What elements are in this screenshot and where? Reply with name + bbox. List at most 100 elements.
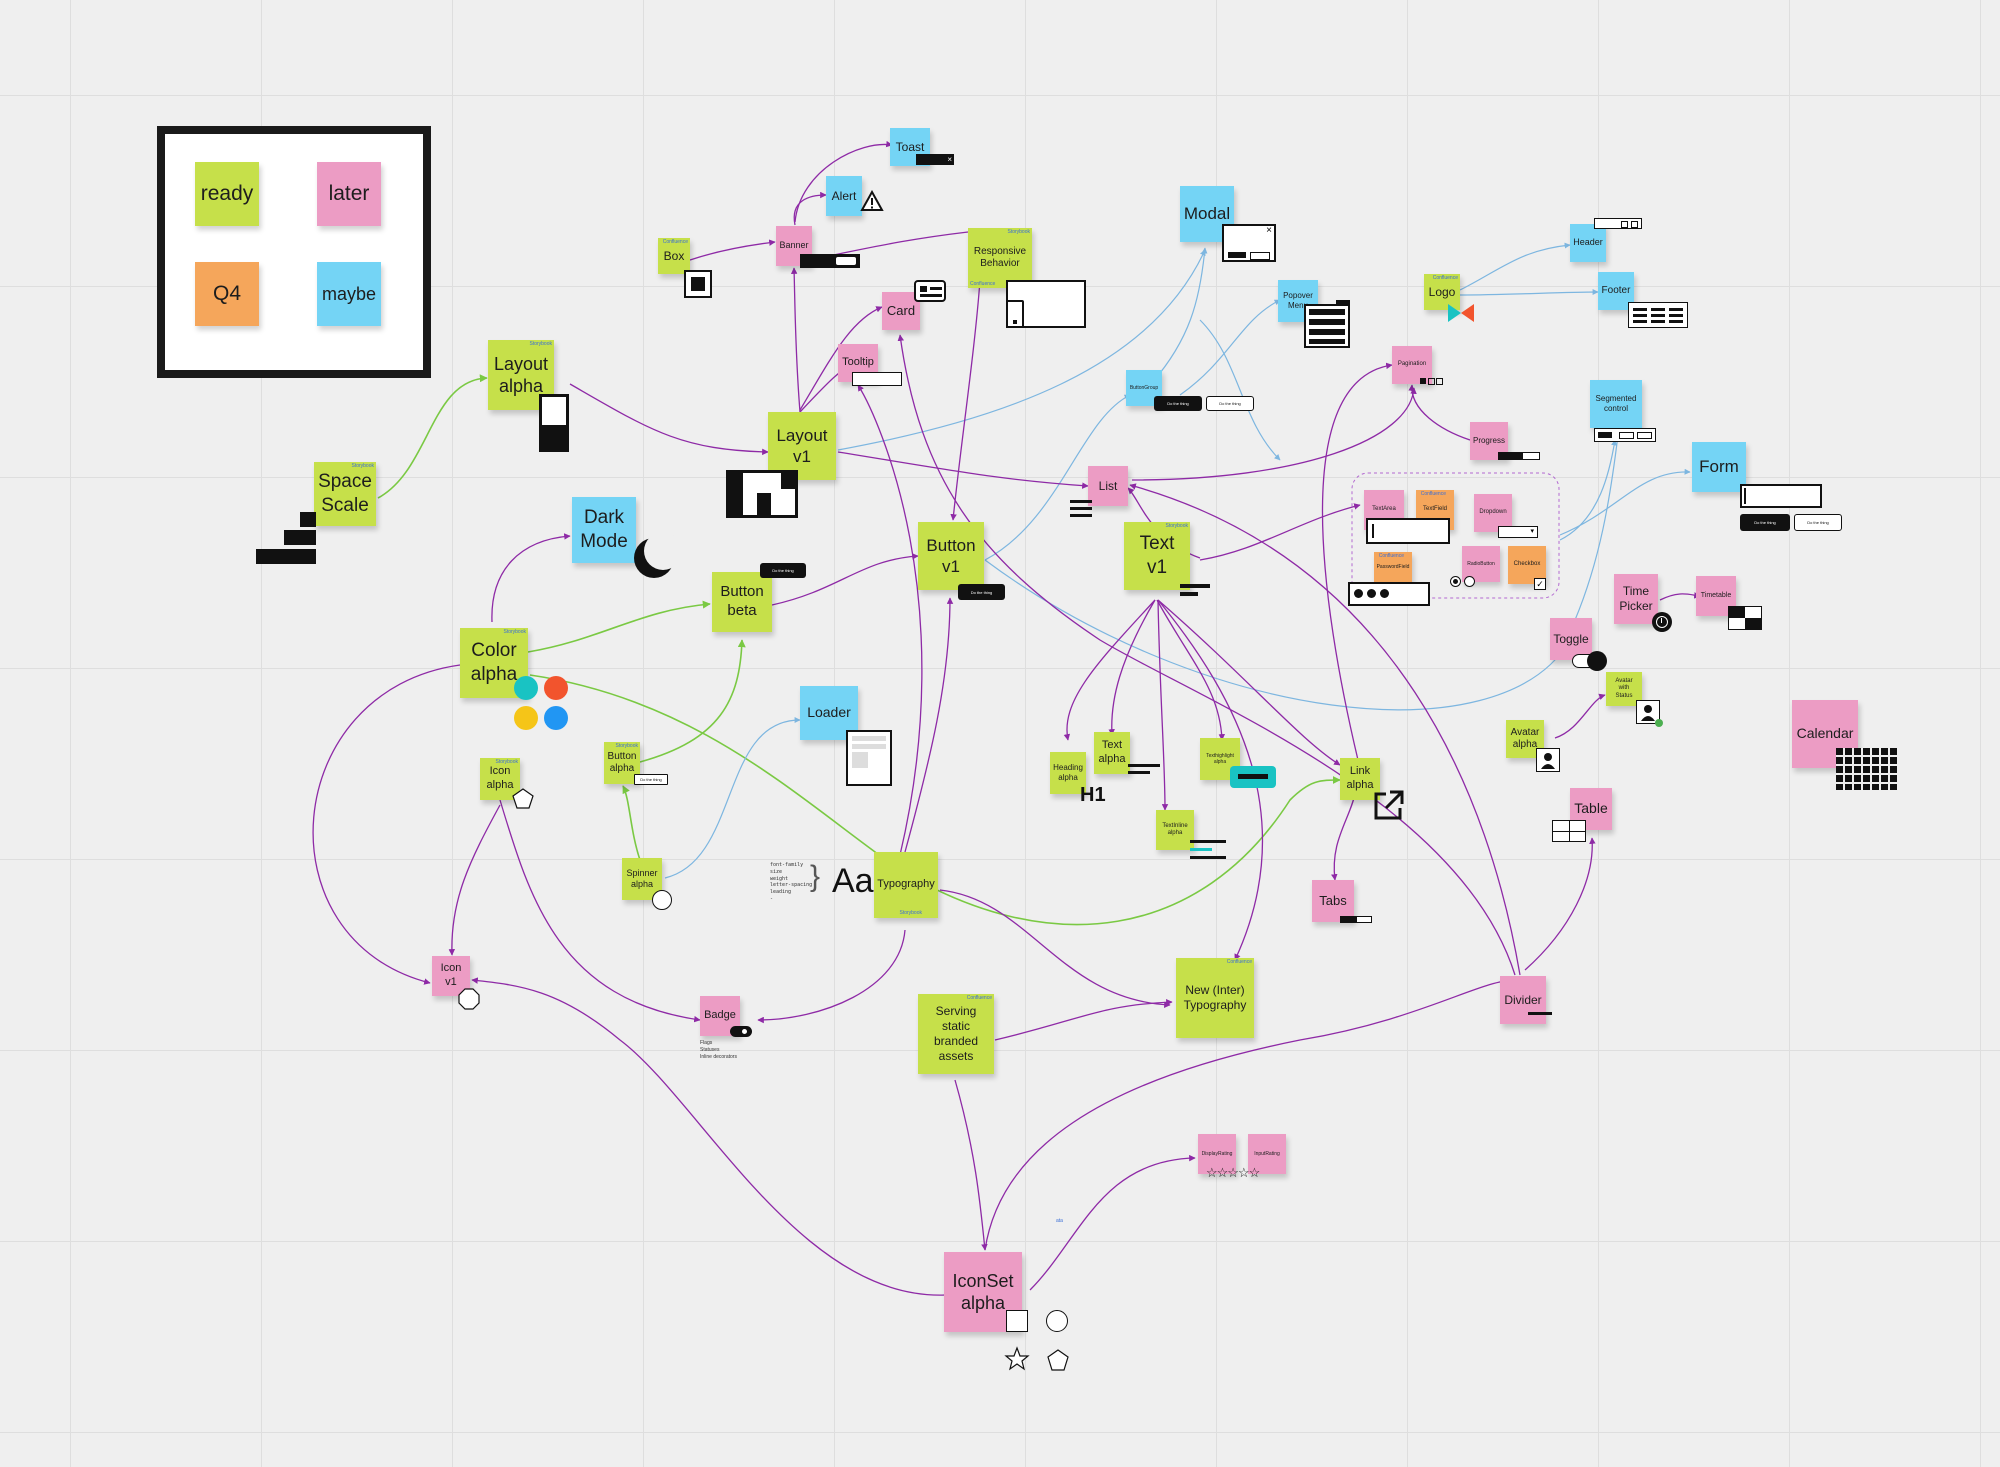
- typography-properties: font-family size weight letter-spacing l…: [770, 862, 813, 902]
- sample-dark-button[interactable]: Do the thing: [1740, 514, 1790, 531]
- h1-sample: H1: [1080, 784, 1106, 806]
- whiteboard-canvas[interactable]: ready later Q4 maybe Space Scale Storyboo…: [0, 0, 2000, 1467]
- star-icon: [1004, 1346, 1030, 1372]
- edge-textv1-to-texthighlight: [1156, 599, 1226, 741]
- storybook-tag[interactable]: Storybook: [503, 629, 526, 635]
- edge-logo-to-header: [1459, 242, 1571, 291]
- edge-divider-to-cardlong: [897, 334, 1516, 976]
- storybook-tag[interactable]: Storybook: [529, 341, 552, 347]
- edge-typography-to-newtypo: [939, 889, 1171, 1008]
- sample-light-button[interactable]: Do the thing: [634, 774, 668, 785]
- note-typography[interactable]: Typography Storybook: [874, 852, 938, 918]
- inline-text-illustration: [1190, 840, 1226, 860]
- tiny-link-label[interactable]: ata: [1056, 1218, 1063, 1225]
- storybook-tag[interactable]: Storybook: [899, 910, 922, 916]
- swatch-orange: [544, 676, 568, 700]
- confluence-tag[interactable]: Confluence: [1227, 959, 1252, 965]
- note-new-typography[interactable]: New (Inter) Typography Confluence: [1176, 958, 1254, 1038]
- note-label: Color alpha: [470, 640, 518, 685]
- calendar-grid-illustration: [1836, 748, 1898, 790]
- edge-divider-to-table: [1524, 837, 1596, 971]
- edge-spinner-to-buttonalpha: [622, 785, 641, 861]
- swatch-teal: [514, 676, 538, 700]
- dropdown-illustration: ▾: [1498, 526, 1538, 538]
- storybook-tag[interactable]: Storybook: [615, 743, 638, 749]
- confluence-tag[interactable]: Confluence: [1379, 553, 1404, 559]
- edge-layoutv1-to-banner: [790, 267, 801, 413]
- note-label: Box: [663, 248, 685, 263]
- sample-light-button[interactable]: Do the thing: [1794, 514, 1842, 531]
- note-space-scale[interactable]: Space Scale Storybook: [314, 462, 376, 526]
- note-label: Link alpha: [1346, 765, 1374, 791]
- note-label: Space Scale: [318, 471, 372, 516]
- note-segmented-control[interactable]: Segmented control: [1590, 380, 1642, 428]
- note-responsive-behavior[interactable]: Responsive Behavior Storybook Confluence: [968, 228, 1032, 288]
- note-label: TextField: [1422, 506, 1447, 513]
- note-label: Time Picker: [1619, 584, 1653, 613]
- note-form[interactable]: Form: [1692, 442, 1746, 492]
- note-label: Segmented control: [1595, 394, 1637, 413]
- legend-maybe: maybe: [317, 262, 381, 326]
- confluence-tag[interactable]: Confluence: [970, 281, 995, 287]
- note-alert[interactable]: Alert: [826, 176, 862, 216]
- note-divider[interactable]: Divider: [1500, 976, 1546, 1024]
- note-textinline-alpha[interactable]: TextInline alpha: [1156, 810, 1194, 850]
- passwordfield-illustration: [1348, 582, 1430, 606]
- edge-iconalpha-to-badge: [499, 799, 701, 1023]
- note-label: Logo: [1428, 284, 1456, 299]
- note-time-picker[interactable]: Time Picker: [1614, 574, 1658, 624]
- note-header[interactable]: Header: [1570, 224, 1606, 262]
- storybook-tag[interactable]: Storybook: [351, 463, 374, 469]
- square-icon: [1006, 1310, 1028, 1332]
- note-box[interactable]: Box Confluence: [658, 238, 690, 274]
- radio-illustration: [1450, 576, 1476, 588]
- edge-timepicker-to-timetable: [1659, 592, 1701, 601]
- note-button-v1[interactable]: Button v1: [918, 522, 984, 590]
- edge-typography-to-badge: [757, 929, 906, 1024]
- text-lines-icon: [1128, 764, 1160, 776]
- clock-icon: [1652, 612, 1672, 632]
- storybook-tag[interactable]: Storybook: [495, 759, 518, 765]
- pentagon-icon: [512, 788, 534, 810]
- note-serving-assets[interactable]: Serving static branded assets Confluence: [918, 994, 994, 1074]
- note-label: Avatar with Status: [1615, 677, 1633, 699]
- note-label: Text v1: [1139, 533, 1175, 578]
- storybook-tag[interactable]: Storybook: [1007, 229, 1030, 235]
- confluence-tag[interactable]: Confluence: [1421, 491, 1446, 497]
- note-passwordfield[interactable]: PasswordField Confluence: [1374, 552, 1412, 582]
- sample-light-button[interactable]: Do the thing: [1206, 396, 1254, 411]
- note-label: New (Inter) Typography: [1183, 983, 1247, 1012]
- pagination-illustration: [1420, 378, 1446, 386]
- edge-progress-to-pagination: [1408, 384, 1471, 441]
- octagon-icon: [458, 988, 480, 1010]
- note-list[interactable]: List: [1088, 466, 1128, 506]
- note-label: Spinner alpha: [626, 867, 658, 889]
- note-label: IconSet alpha: [952, 1270, 1014, 1314]
- textfield-illustration: [1366, 518, 1450, 544]
- table-illustration: [1552, 820, 1586, 842]
- confluence-tag[interactable]: Confluence: [967, 995, 992, 1001]
- edge-darkmode-from-color: [491, 533, 571, 623]
- note-text-v1[interactable]: Text v1 Storybook: [1124, 522, 1190, 590]
- footer-illustration: [1628, 302, 1688, 328]
- note-label: Texthighlight alpha: [1206, 752, 1234, 765]
- storybook-tag[interactable]: Storybook: [1165, 523, 1188, 529]
- note-label: Serving static branded assets: [933, 1004, 979, 1063]
- aa-sample: Aa: [832, 862, 874, 900]
- menu-trigger-icon: [1336, 300, 1350, 306]
- edge-avatar-to-status: [1554, 693, 1606, 739]
- note-label: Button v1: [926, 535, 976, 576]
- list-lines-icon: [1070, 500, 1092, 518]
- note-label: Button beta: [720, 583, 764, 619]
- note-button-beta[interactable]: Button beta: [712, 572, 772, 632]
- confluence-tag[interactable]: Confluence: [663, 239, 688, 245]
- note-text-alpha[interactable]: Text alpha: [1094, 732, 1130, 774]
- edge-list-to-popover: [1199, 319, 1281, 461]
- note-dark-mode[interactable]: Dark Mode: [572, 497, 636, 563]
- edge-logo-to-footer: [1459, 289, 1599, 296]
- sample-dark-button[interactable]: Do the thing: [958, 584, 1005, 600]
- sample-dark-button[interactable]: Do the thing: [760, 563, 806, 578]
- note-label: Responsive Behavior: [973, 245, 1027, 270]
- sample-dark-button[interactable]: Do the thing: [1154, 396, 1202, 411]
- confluence-tag[interactable]: Confluence: [1433, 275, 1458, 281]
